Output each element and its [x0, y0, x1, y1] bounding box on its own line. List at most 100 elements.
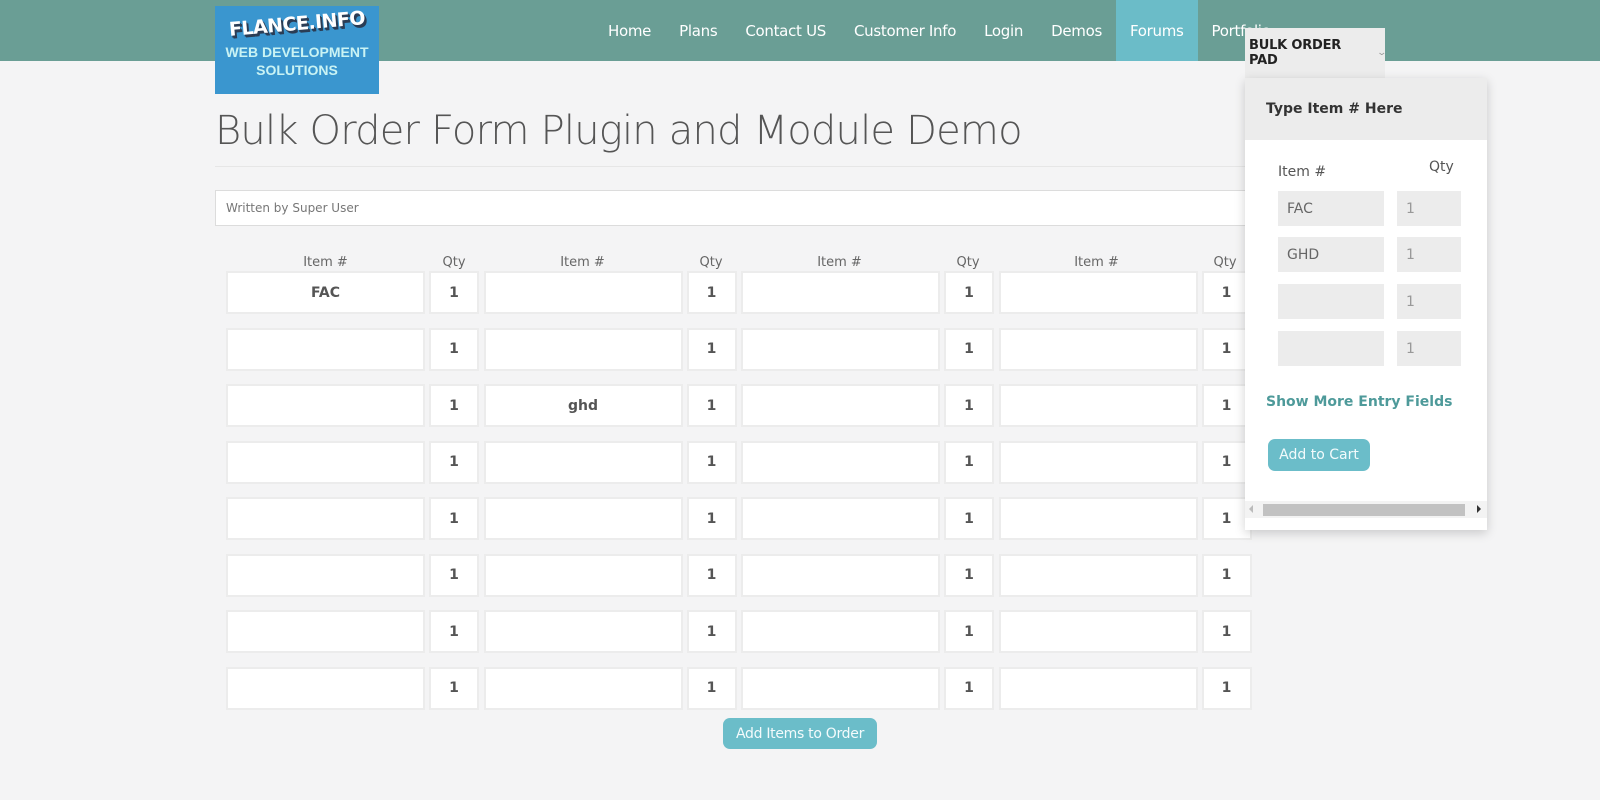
item-number-input[interactable]: [741, 384, 940, 427]
item-number-input[interactable]: [741, 271, 940, 314]
item-number-input[interactable]: [998, 553, 1198, 597]
scrollbar-thumb[interactable]: [1263, 504, 1465, 516]
site-logo[interactable]: FLANCE.INFO WEB DEVELOPMENT SOLUTIONS: [215, 6, 379, 94]
item-number-input[interactable]: [483, 271, 683, 314]
nav-contact-us[interactable]: Contact US: [731, 0, 840, 61]
order-entry: 1: [998, 327, 1257, 371]
pad-qty-input[interactable]: 1: [1397, 331, 1461, 366]
item-number-input[interactable]: [741, 666, 940, 710]
item-number-input[interactable]: [483, 440, 683, 484]
order-entry: 1: [226, 553, 484, 597]
grid-header: Item # Qty Item # Qty Item # Qty Item # Qty: [226, 250, 1256, 270]
add-to-cart-button[interactable]: Add to Cart: [1268, 439, 1370, 471]
order-row: 1 1 1 1: [226, 610, 1256, 666]
order-entry: 1: [998, 271, 1257, 314]
item-number-input[interactable]: [483, 666, 683, 710]
item-number-input[interactable]: [741, 553, 940, 597]
quantity-input[interactable]: 1: [429, 271, 479, 314]
quantity-input[interactable]: 1: [1201, 666, 1252, 710]
quantity-input[interactable]: 1: [1201, 440, 1252, 484]
quantity-input[interactable]: 1: [429, 497, 479, 540]
quantity-input[interactable]: 1: [686, 666, 737, 710]
grid-rows: FAC 1 1 1 1 1 1 1 1 1 ghd 1 1 1 1 1 1 1 1 1 1 1 1 1 1 1 1 1 1 1 1 1 1 1: [226, 271, 1256, 722]
item-number-input[interactable]: [998, 497, 1198, 540]
order-entry: 1: [741, 440, 999, 484]
order-entry: 1: [998, 610, 1257, 653]
order-entry: 1: [741, 271, 999, 314]
show-more-entry-fields-link[interactable]: Show More Entry Fields: [1266, 394, 1452, 410]
quantity-input[interactable]: 1: [1201, 553, 1252, 597]
pad-qty-input[interactable]: 1: [1397, 237, 1461, 272]
item-number-input[interactable]: [226, 553, 425, 597]
quantity-input[interactable]: 1: [429, 327, 479, 371]
quantity-input[interactable]: 1: [686, 327, 737, 371]
item-number-input[interactable]: [741, 610, 940, 653]
nav-home[interactable]: Home: [594, 0, 665, 61]
quantity-input[interactable]: 1: [429, 384, 479, 427]
quantity-input[interactable]: 1: [1201, 327, 1252, 371]
scroll-right-arrow-icon[interactable]: [1477, 505, 1481, 513]
item-number-input[interactable]: [998, 271, 1198, 314]
nav-customer-info[interactable]: Customer Info: [840, 0, 970, 61]
item-number-input[interactable]: [483, 497, 683, 540]
order-row: 1 ghd 1 1 1: [226, 384, 1256, 440]
quantity-input[interactable]: 1: [944, 553, 994, 597]
item-number-input[interactable]: [226, 610, 425, 653]
quantity-input[interactable]: 1: [944, 440, 994, 484]
item-number-input[interactable]: [226, 327, 425, 371]
nav-plans[interactable]: Plans: [665, 0, 731, 61]
order-entry: ghd 1: [483, 384, 742, 427]
nav-demos[interactable]: Demos: [1037, 0, 1116, 61]
item-number-input[interactable]: [483, 610, 683, 653]
pad-horizontal-scrollbar[interactable]: [1245, 501, 1487, 518]
item-number-input[interactable]: [226, 497, 425, 540]
scroll-left-arrow-icon[interactable]: [1249, 505, 1253, 513]
pad-item-input[interactable]: FAC: [1278, 191, 1384, 226]
pad-qty-input[interactable]: 1: [1397, 191, 1461, 226]
bulk-order-pad-tab[interactable]: BULK ORDER PAD ⌄: [1245, 28, 1387, 78]
pad-item-input[interactable]: [1278, 331, 1384, 366]
quantity-input[interactable]: 1: [1201, 384, 1252, 427]
quantity-input[interactable]: 1: [686, 440, 737, 484]
nav-login[interactable]: Login: [970, 0, 1037, 61]
item-number-input[interactable]: ghd: [483, 384, 683, 427]
item-number-input[interactable]: [483, 553, 683, 597]
order-entry: 1: [998, 384, 1257, 427]
quantity-input[interactable]: 1: [944, 271, 994, 314]
quantity-input[interactable]: 1: [1201, 497, 1252, 540]
quantity-input[interactable]: 1: [944, 610, 994, 653]
quantity-input[interactable]: 1: [1201, 271, 1252, 314]
quantity-input[interactable]: 1: [429, 666, 479, 710]
quantity-input[interactable]: 1: [944, 497, 994, 540]
quantity-input[interactable]: 1: [686, 271, 737, 314]
item-number-input[interactable]: [226, 666, 425, 710]
item-number-input[interactable]: [741, 497, 940, 540]
quantity-input[interactable]: 1: [686, 553, 737, 597]
quantity-input[interactable]: 1: [944, 384, 994, 427]
quantity-input[interactable]: 1: [1201, 610, 1252, 653]
item-number-input[interactable]: [741, 440, 940, 484]
item-number-input[interactable]: [998, 440, 1198, 484]
quantity-input[interactable]: 1: [686, 497, 737, 540]
item-number-input[interactable]: [483, 327, 683, 371]
quantity-input[interactable]: 1: [429, 610, 479, 653]
pad-item-input[interactable]: [1278, 284, 1384, 319]
item-number-input[interactable]: [998, 384, 1198, 427]
quantity-input[interactable]: 1: [429, 440, 479, 484]
add-items-to-order-button[interactable]: Add Items to Order: [723, 718, 877, 749]
nav-forums[interactable]: Forums: [1115, 0, 1198, 61]
item-number-input[interactable]: [226, 384, 425, 427]
item-number-input[interactable]: [741, 327, 940, 371]
item-number-input[interactable]: [998, 666, 1198, 710]
pad-qty-input[interactable]: 1: [1397, 284, 1461, 319]
quantity-input[interactable]: 1: [686, 610, 737, 653]
quantity-input[interactable]: 1: [686, 384, 737, 427]
item-number-input[interactable]: FAC: [226, 271, 425, 314]
item-number-input[interactable]: [998, 610, 1198, 653]
quantity-input[interactable]: 1: [944, 327, 994, 371]
quantity-input[interactable]: 1: [944, 666, 994, 710]
item-number-input[interactable]: [226, 440, 425, 484]
quantity-input[interactable]: 1: [429, 553, 479, 597]
item-number-input[interactable]: [998, 327, 1198, 371]
pad-item-input[interactable]: GHD: [1278, 237, 1384, 272]
